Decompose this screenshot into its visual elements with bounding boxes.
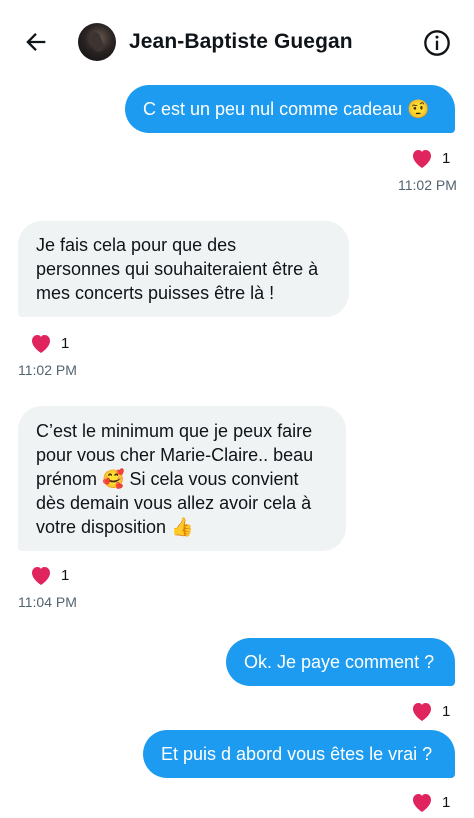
message-line: C’est le minimum que je peux faire [36, 421, 313, 441]
message-bubble-outgoing[interactable]: C est un peu nul comme cadeau 🤨 [125, 85, 455, 133]
message-bubble-incoming[interactable]: C’est le minimum que je peux faire pour … [18, 406, 346, 551]
like-count: 1 [442, 702, 451, 720]
message-text: Et puis d abord vous êtes le vrai ? [161, 744, 433, 764]
like-reaction[interactable]: 1 [29, 563, 69, 587]
like-count: 1 [61, 334, 70, 352]
like-reaction[interactable]: 1 [29, 331, 69, 355]
heart-icon [413, 794, 431, 812]
message-line: dès demain vous allez avoir cela à [36, 493, 312, 513]
message-line: pour vous cher Marie-Claire.. beau [36, 445, 314, 465]
avatar[interactable] [78, 23, 116, 61]
message-line: prénom 🥰 Si cela vous convient [36, 469, 299, 489]
message-line: mes concerts puisses être là ! [36, 283, 275, 303]
contact-name[interactable]: Jean-Baptiste Guegan [129, 30, 353, 54]
info-circle-icon[interactable] [423, 29, 451, 57]
message-bubble-incoming[interactable]: Je fais cela pour que des personnes qui … [18, 221, 349, 317]
message-line: votre disposition 👍 [36, 517, 194, 537]
message-timestamp: 11:02 PM [18, 362, 77, 378]
message-line: personnes qui souhaiteraient être à [36, 259, 319, 279]
like-reaction[interactable]: 1 [410, 146, 450, 170]
message-text: C est un peu nul comme cadeau 🤨 [143, 99, 430, 119]
message-text: Ok. Je paye comment ? [244, 652, 435, 672]
message-timestamp: 11:04 PM [18, 594, 77, 610]
like-count: 1 [61, 566, 70, 584]
like-reaction[interactable]: 1 [410, 790, 450, 814]
conversation-header: Jean-Baptiste Guegan [0, 0, 474, 84]
heart-icon [413, 703, 431, 721]
like-reaction[interactable]: 1 [410, 699, 450, 723]
message-line: Je fais cela pour que des [36, 235, 237, 255]
heart-icon [32, 335, 50, 353]
heart-icon [32, 567, 50, 585]
heart-icon [413, 150, 431, 168]
message-bubble-outgoing[interactable]: Et puis d abord vous êtes le vrai ? [143, 730, 455, 778]
message-bubble-outgoing[interactable]: Ok. Je paye comment ? [226, 638, 455, 686]
like-count: 1 [442, 149, 451, 167]
message-timestamp: 11:02 PM [398, 177, 457, 193]
like-count: 1 [442, 793, 451, 811]
arrow-left-icon[interactable] [22, 28, 50, 56]
